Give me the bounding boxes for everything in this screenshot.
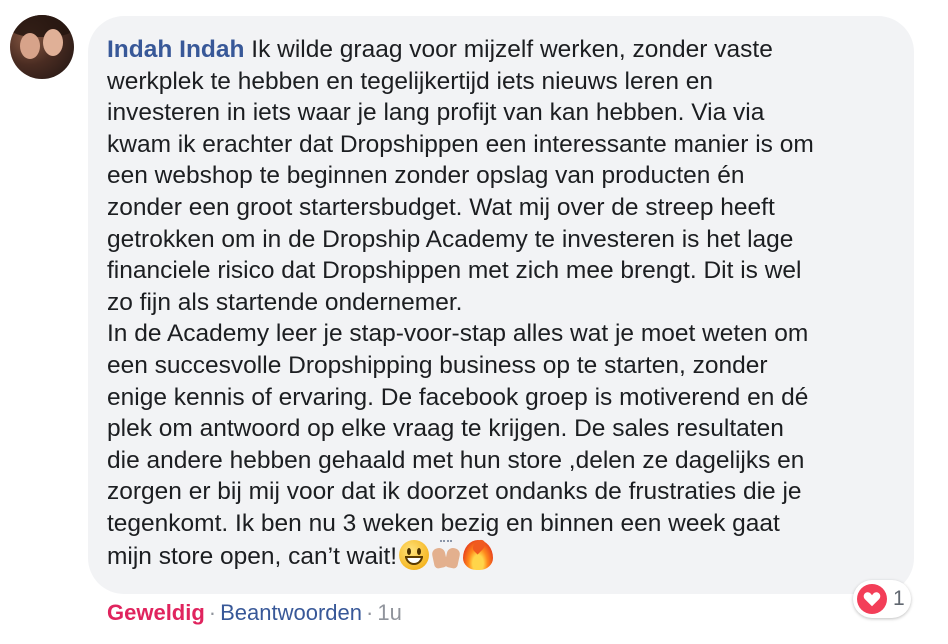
reaction-summary[interactable]: 1: [853, 580, 911, 618]
comment-body: Indah Indah Ik wilde graag voor mijzelf …: [107, 34, 907, 572]
separator: ·: [366, 600, 374, 625]
avatar-hair: [10, 15, 74, 37]
heart-icon: [857, 584, 887, 614]
emoji-group: [399, 539, 494, 570]
separator: ·: [208, 600, 217, 625]
fire-icon: [463, 539, 494, 570]
comment-author[interactable]: Indah Indah: [107, 36, 244, 63]
grinning-face-icon: [399, 539, 430, 570]
timestamp[interactable]: 1u: [377, 600, 401, 625]
avatar-face: [43, 29, 63, 56]
raising-hands-icon: [431, 539, 461, 570]
react-button[interactable]: Geweldig: [107, 600, 205, 625]
avatar-face: [20, 33, 40, 59]
reply-button[interactable]: Beantwoorden: [220, 600, 362, 625]
reaction-count: 1: [893, 587, 905, 610]
comment-actions: Geweldig · Beantwoorden · 1u: [107, 599, 402, 627]
avatar[interactable]: [10, 15, 74, 79]
comment-text: Ik wilde graag voor mijzelf werken, zond…: [107, 36, 814, 570]
